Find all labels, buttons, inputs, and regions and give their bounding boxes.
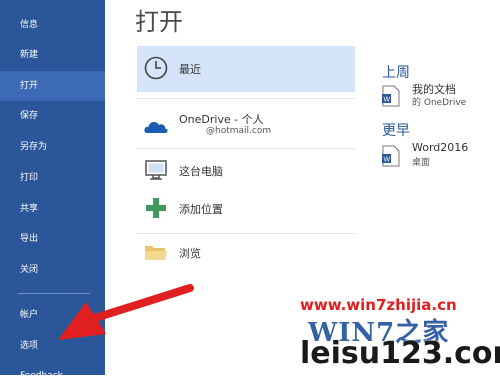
location-onedrive[interactable]: OneDrive - 个人 @hotmail.com <box>137 103 355 149</box>
nav-item-info[interactable]: 信息 <box>0 10 105 40</box>
nav-item-options[interactable]: 选项 <box>0 331 105 361</box>
location-label: 最近 <box>179 63 201 76</box>
nav-item-label: 新建 <box>20 50 39 60</box>
recent-group-heading: 上周 <box>382 65 410 81</box>
folder-icon <box>145 246 167 260</box>
location-label: 添加位置 <box>179 203 223 216</box>
location-account-email: @hotmail.com <box>206 126 272 136</box>
word-document-icon: W <box>382 145 400 167</box>
nav-item-label: 帐户 <box>20 310 39 320</box>
nav-item-label: Feedback <box>20 371 63 381</box>
clock-icon <box>144 56 168 80</box>
location-recent[interactable]: 最近 <box>137 46 355 92</box>
svg-text:W: W <box>384 97 391 104</box>
location-label: 这台电脑 <box>179 165 223 178</box>
nav-item-label: 信息 <box>20 20 39 30</box>
recent-document-path: 的 OneDrive <box>412 98 467 108</box>
plus-icon <box>146 198 166 218</box>
nav-divider <box>18 293 90 294</box>
nav-item-share[interactable]: 共享 <box>0 194 105 224</box>
computer-icon <box>145 160 167 180</box>
nav-item-label: 保存 <box>20 111 39 121</box>
nav-item-label: 导出 <box>20 234 39 244</box>
nav-item-label: 打开 <box>20 81 39 91</box>
location-browse[interactable]: 浏览 <box>137 230 355 276</box>
recent-group-heading: 更早 <box>382 123 410 139</box>
nav-item-label: 另存为 <box>20 142 48 152</box>
nav-item-print[interactable]: 打印 <box>0 163 105 193</box>
word-document-icon: W <box>382 85 400 107</box>
nav-item-save-as[interactable]: 另存为 <box>0 132 105 162</box>
nav-item-account[interactable]: 帐户 <box>0 300 105 330</box>
nav-item-label: 共享 <box>20 204 39 214</box>
nav-item-new[interactable]: 新建 <box>0 40 105 70</box>
page-title: 打开 <box>135 8 183 36</box>
nav-item-open[interactable]: 打开 <box>0 71 105 101</box>
recent-document-name: Word2016 <box>412 141 469 154</box>
svg-text:W: W <box>384 157 391 164</box>
recent-document-path: 桌面 <box>412 158 431 168</box>
nav-item-save[interactable]: 保存 <box>0 101 105 131</box>
location-label: 浏览 <box>179 247 201 260</box>
watermark-domain: leisu123.com <box>300 336 500 371</box>
backstage-sidebar: 信息 新建 打开 保存 另存为 打印 共享 导出 关闭 帐户 选项 Feedba… <box>0 0 105 381</box>
recent-document[interactable]: W 我的文档 的 OneDrive <box>382 81 497 117</box>
nav-item-close[interactable]: 关闭 <box>0 255 105 285</box>
nav-item-export[interactable]: 导出 <box>0 224 105 254</box>
nav-item-label: 选项 <box>20 341 39 351</box>
onedrive-cloud-icon <box>144 122 168 133</box>
location-label: OneDrive - 个人 <box>179 113 264 126</box>
location-add-place[interactable]: 添加位置 <box>137 186 355 232</box>
nav-item-label: 打印 <box>20 173 39 183</box>
divider <box>137 98 355 99</box>
nav-item-feedback[interactable]: Feedback <box>0 361 105 391</box>
recent-document[interactable]: W Word2016 桌面 <box>382 141 497 177</box>
nav-item-label: 关闭 <box>20 265 39 275</box>
